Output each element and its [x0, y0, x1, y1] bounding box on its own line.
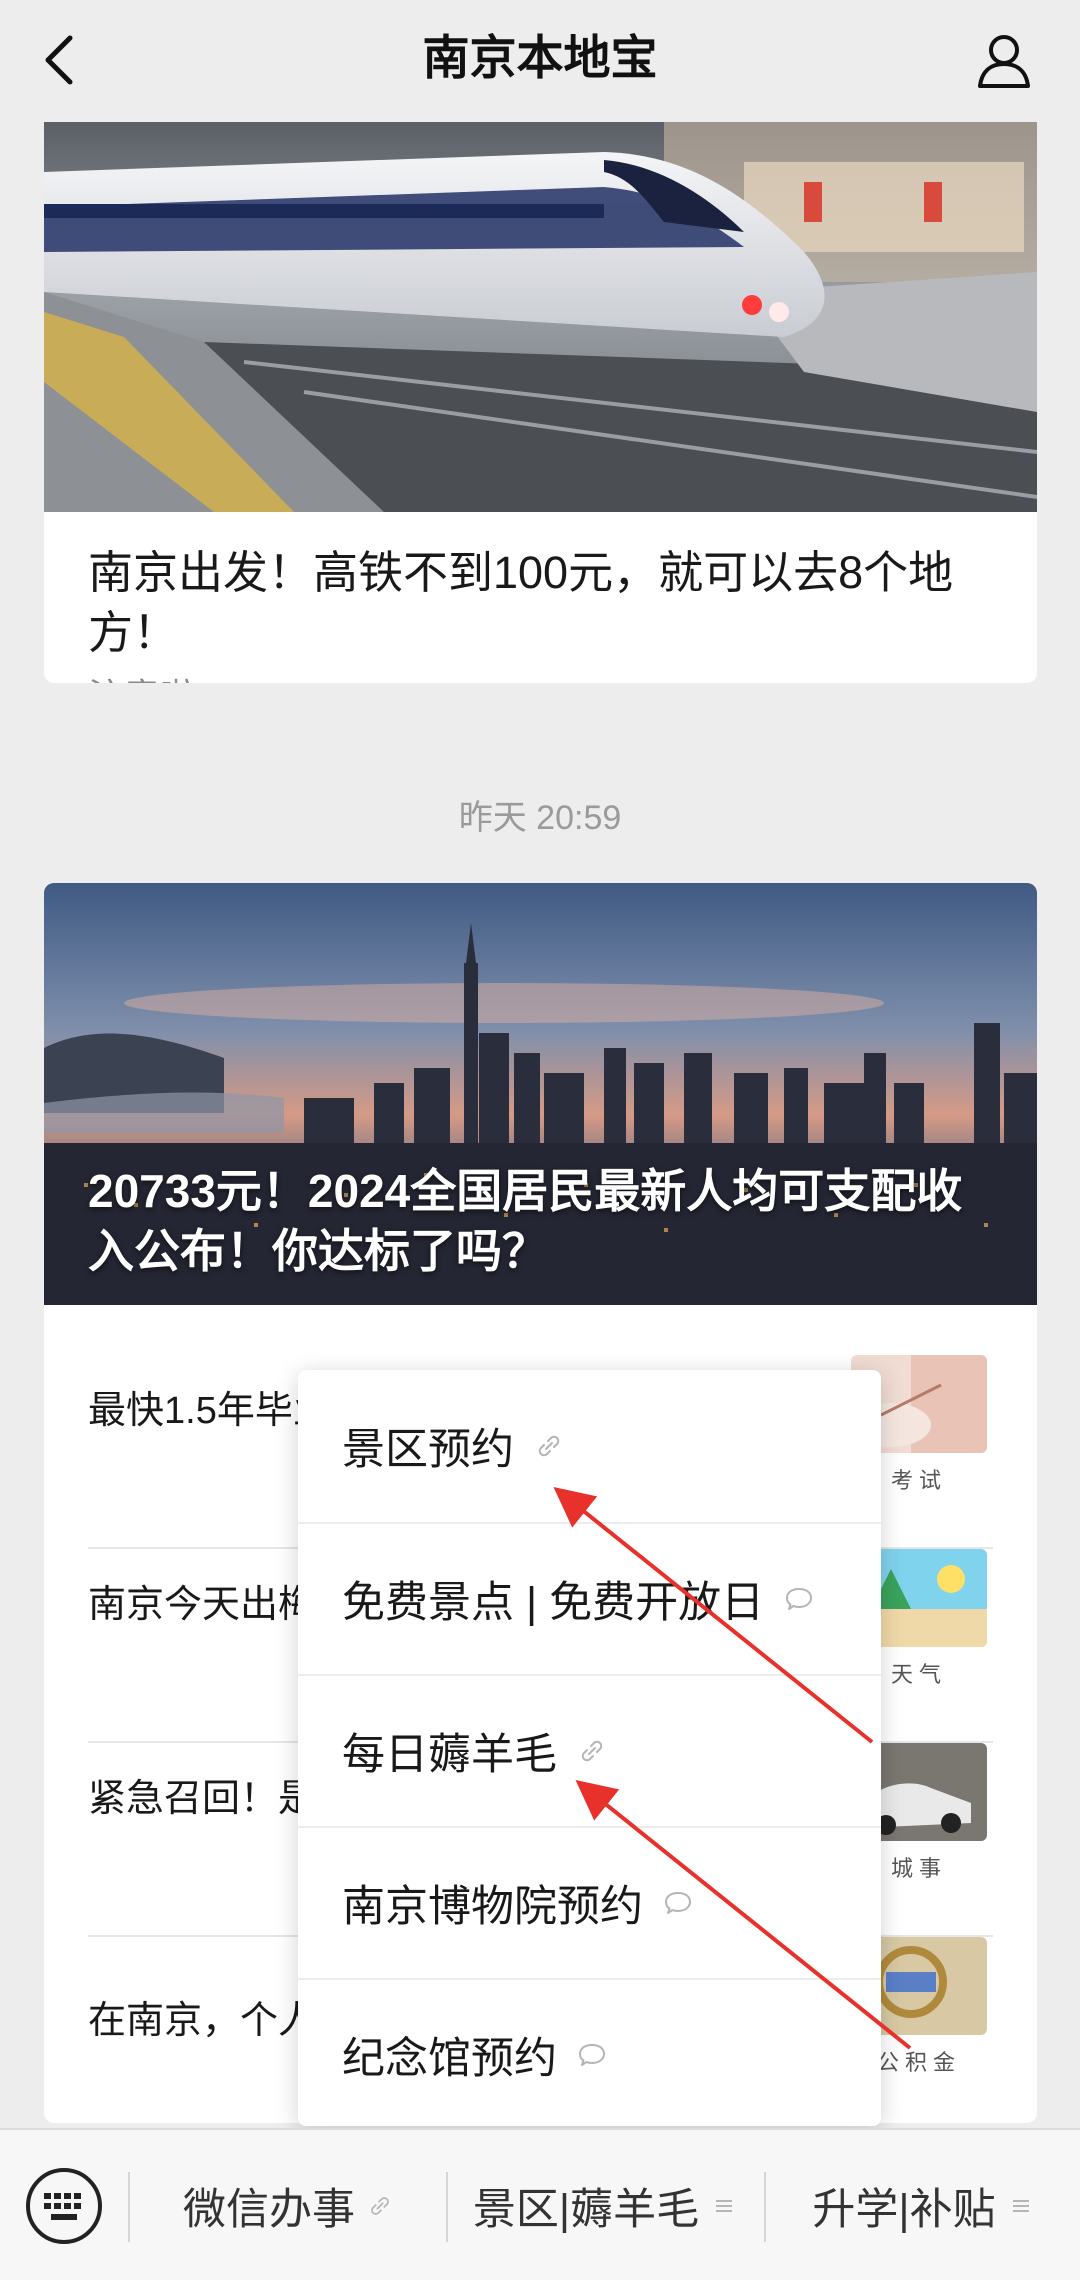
popup-item-label: 纪念馆预约 — [342, 2035, 557, 2083]
popup-item-free-attractions[interactable]: 免费景点 | 免费开放日 — [298, 1522, 881, 1674]
cover-article-title[interactable]: 20733元！2024全国居民最新人均可支配收入公布！你达标了吗？ — [88, 1161, 1008, 1281]
link-icon — [538, 1435, 560, 1457]
top-navbar: 南京本地宝 — [0, 0, 1080, 122]
article-source: 注意啦 — [88, 668, 196, 683]
menu-button-label: 微信办事 — [183, 2186, 355, 2234]
popup-item-memorial-booking[interactable]: 纪念馆预约 — [298, 1978, 881, 2130]
popup-item-label: 南京博物院预约 — [342, 1883, 643, 1931]
menu-button-label: 升学|补贴 — [812, 2186, 996, 2234]
chat-bubble-icon — [665, 1892, 691, 1914]
menu-button-education-subsidy[interactable]: 升学|补贴 — [766, 2130, 1080, 2280]
article-title[interactable]: 南京出发！高铁不到100元，就可以去8个地方！ — [88, 543, 1008, 663]
menu-lines-icon — [716, 2200, 733, 2212]
menu-button-label: 景区|薅羊毛 — [472, 2186, 700, 2234]
menu-button-scenic-deals[interactable]: 景区|薅羊毛 — [448, 2130, 762, 2280]
chat-bubble-icon — [579, 2044, 605, 2066]
page-title: 南京本地宝 — [422, 31, 658, 84]
popup-item-daily-deals[interactable]: 每日薅羊毛 — [298, 1674, 881, 1826]
train-image — [44, 122, 1037, 512]
popup-item-label: 每日薅羊毛 — [342, 1731, 557, 1779]
keyboard-icon[interactable] — [24, 2166, 104, 2246]
link-icon — [371, 2197, 389, 2215]
popup-item-museum-booking[interactable]: 南京博物院预约 — [298, 1826, 881, 1978]
popup-item-label: 景区预约 — [342, 1426, 514, 1474]
popup-item-scenic-booking[interactable]: 景区预约 — [298, 1370, 881, 1522]
chat-bubble-icon — [786, 1588, 813, 1610]
submenu-popup: 景区预约 免费景点 | 免费开放日 每日薅羊毛 南京博物院预约 纪念馆预约 — [298, 1370, 881, 2126]
article-card[interactable]: 南京出发！高铁不到100元，就可以去8个地方！ 注意啦 — [44, 80, 1037, 683]
link-icon — [581, 1740, 603, 1762]
official-account-menu-bar: 微信办事 景区|薅羊毛 升学|补贴 — [0, 2128, 1080, 2280]
message-timestamp: 昨天 20:59 — [458, 799, 622, 837]
menu-lines-icon — [1012, 2200, 1029, 2212]
popup-item-label: 免费景点 | 免费开放日 — [342, 1579, 765, 1627]
person-icon[interactable] — [972, 28, 1036, 92]
menu-button-wechat-services[interactable]: 微信办事 — [130, 2130, 446, 2280]
